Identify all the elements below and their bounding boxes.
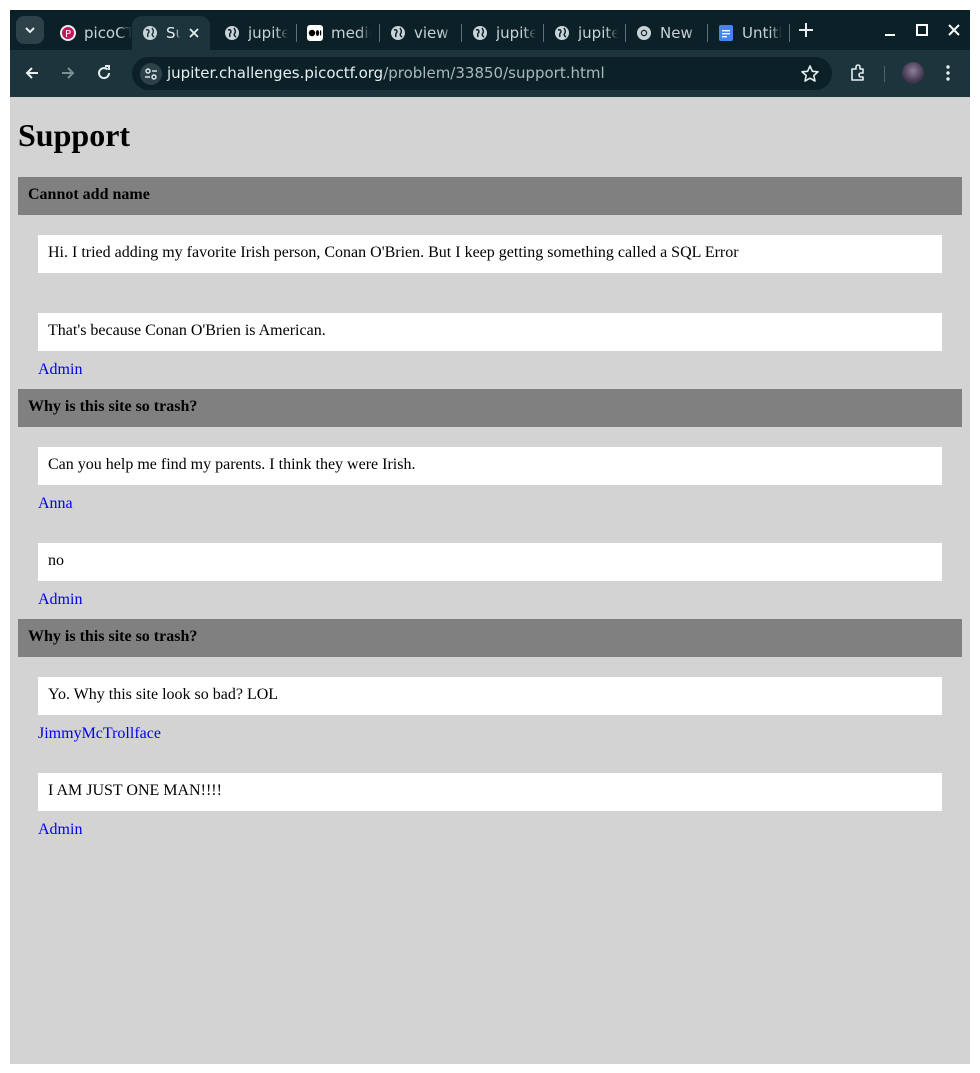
more-menu-icon[interactable] <box>938 63 958 83</box>
tab-picoctf[interactable]: P picoCTF <box>50 16 132 50</box>
tab-view[interactable]: view <box>380 16 462 50</box>
profile-avatar[interactable] <box>902 62 924 84</box>
medium-icon <box>307 25 323 41</box>
globe-icon <box>555 26 569 40</box>
tab-search-button[interactable] <box>16 16 44 44</box>
tab-label: Untitled <box>742 24 782 42</box>
close-window-icon[interactable] <box>946 22 962 38</box>
post-message: Yo. Why this site look so bad? LOL <box>38 677 942 715</box>
tab-medium[interactable]: medium <box>297 16 379 50</box>
post-author-link[interactable]: Anna <box>38 495 73 513</box>
globe-icon <box>143 26 157 40</box>
tab-separator <box>789 24 790 42</box>
tab-label: jupiter <box>496 24 536 42</box>
minimize-icon[interactable] <box>882 22 898 38</box>
tab-jupiter-3[interactable]: jupiter <box>544 16 626 50</box>
topic-header: Why is this site so trash? <box>18 389 962 427</box>
tab-label: picoCTF <box>84 24 132 42</box>
url-text: jupiter.challenges.picoctf.org/problem/3… <box>167 64 605 82</box>
tab-label: New <box>660 24 693 42</box>
site-info-button[interactable] <box>140 63 162 85</box>
tab-label: jupiter <box>248 24 288 42</box>
docs-icon <box>719 25 733 41</box>
post-message: no <box>38 543 942 581</box>
extensions-puzzle-icon[interactable] <box>848 63 868 83</box>
post-message: Hi. I tried adding my favorite Irish per… <box>38 235 942 273</box>
tab-jupiter-1[interactable]: jupiter <box>214 16 296 50</box>
url-path: /problem/33850/support.html <box>383 64 605 82</box>
globe-icon <box>225 26 239 40</box>
post-author-link[interactable]: Admin <box>38 821 82 839</box>
forward-arrow-icon[interactable] <box>58 63 78 83</box>
svg-text:P: P <box>65 29 71 40</box>
post-author-link[interactable]: Admin <box>38 591 82 609</box>
post-author-link[interactable]: JimmyMcTrollface <box>38 725 161 743</box>
maximize-icon[interactable] <box>914 22 930 38</box>
tab-strip: P picoCTF Support jupiter medium view ju… <box>10 10 970 50</box>
tune-icon <box>145 68 157 80</box>
post-message: I AM JUST ONE MAN!!!! <box>38 773 942 811</box>
post-author-link[interactable]: Admin <box>38 361 82 379</box>
address-bar[interactable]: jupiter.challenges.picoctf.org/problem/3… <box>132 57 832 90</box>
chevron-down-icon <box>25 27 35 34</box>
chrome-icon <box>637 26 651 40</box>
tab-label: Support <box>166 24 180 42</box>
globe-icon <box>473 26 487 40</box>
toolbar-divider <box>884 66 885 82</box>
tab-jupiter-2[interactable]: jupiter <box>462 16 544 50</box>
tab-untitled[interactable]: Untitled <box>708 16 790 50</box>
globe-icon <box>391 26 405 40</box>
page-title: Support <box>18 117 131 153</box>
url-host: jupiter.challenges.picoctf.org <box>167 64 384 82</box>
new-tab-icon[interactable] <box>796 20 816 40</box>
close-icon[interactable] <box>186 25 202 41</box>
tab-support[interactable]: Support <box>132 16 210 50</box>
topic-header: Why is this site so trash? <box>18 619 962 657</box>
tab-label: jupiter <box>578 24 618 42</box>
post-message: That's because Conan O'Brien is American… <box>38 313 942 351</box>
tab-new-tab[interactable]: New <box>626 16 708 50</box>
back-arrow-icon[interactable] <box>22 63 42 83</box>
browser-toolbar: jupiter.challenges.picoctf.org/problem/3… <box>10 50 970 97</box>
tab-label: medium <box>331 24 371 42</box>
page-content: Support Cannot add name Hi. I tried addi… <box>10 97 970 1064</box>
tab-label: view <box>414 24 449 42</box>
bookmark-star-icon[interactable] <box>800 64 820 84</box>
browser-window: P picoCTF Support jupiter medium view ju… <box>10 10 970 1064</box>
topic-header: Cannot add name <box>18 177 962 215</box>
picoctf-icon: P <box>60 25 76 41</box>
reload-icon[interactable] <box>94 63 114 83</box>
post-message: Can you help me find my parents. I think… <box>38 447 942 485</box>
